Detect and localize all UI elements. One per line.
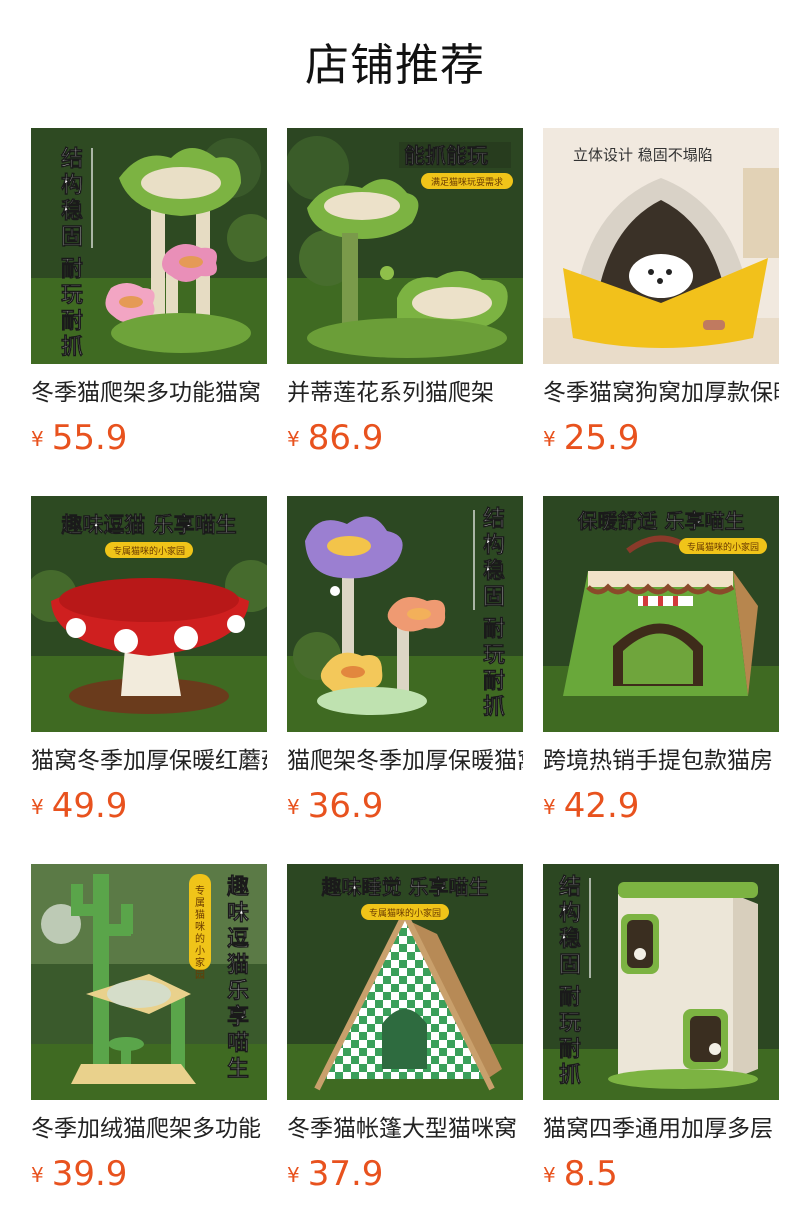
page-title: 店铺推荐 [305, 40, 485, 91]
product-name[interactable]: 冬季猫窝狗窝加厚款保暖 [543, 377, 779, 409]
currency-symbol: ¥ [31, 795, 44, 819]
product-price: ¥55.9 [31, 418, 127, 458]
product-name[interactable]: 并蒂莲花系列猫爬架 [287, 377, 523, 409]
product-price: ¥8.5 [543, 1154, 618, 1194]
currency-symbol: ¥ [31, 427, 44, 451]
product-image[interactable]: 结构稳固耐玩耐抓 [287, 496, 523, 732]
product-name[interactable]: 猫窝四季通用加厚多层 [543, 1113, 779, 1145]
product-card[interactable]: 趣味睡觉 乐享喵生 专属猫咪的小家园 冬季猫帐篷大型猫咪窝 ¥37.9 [287, 864, 523, 1204]
currency-symbol: ¥ [543, 795, 556, 819]
product-price: ¥37.9 [287, 1154, 383, 1194]
product-name[interactable]: 冬季猫帐篷大型猫咪窝 [287, 1113, 523, 1145]
price-amount: 86.9 [307, 418, 384, 458]
product-name[interactable]: 冬季加绒猫爬架多功能 [31, 1113, 267, 1145]
product-name[interactable]: 猫爬架冬季加厚保暖猫窝 [287, 745, 523, 777]
product-card[interactable]: 立体设计 稳固不塌陷 冬季猫窝狗窝加厚款保暖 ¥25.9 [543, 128, 779, 468]
price-amount: 36.9 [307, 786, 384, 826]
price-amount: 42.9 [563, 786, 640, 826]
image-subcaption-text: 专属猫咪的小家园 [369, 907, 441, 919]
currency-symbol: ¥ [287, 1163, 300, 1187]
image-subcaption-text: 专属猫咪的小家园 [687, 541, 759, 553]
product-image[interactable]: 能抓能玩 满足猫咪玩耍需求 [287, 128, 523, 364]
product-name[interactable]: 跨境热销手提包款猫房 [543, 745, 779, 777]
image-caption-text: 趣味逗猫 乐享喵生 [60, 513, 236, 537]
product-image[interactable]: 趣味逗猫 乐享喵生 专属猫咪的小家园 [31, 496, 267, 732]
image-subcaption-text: 专属猫咪的小家园 [113, 545, 185, 557]
product-card[interactable]: 结构稳固耐玩耐抓 猫窝四季通用加厚多层 ¥8.5 [543, 864, 779, 1204]
image-subcaption-text: 满足猫咪玩耍需求 [431, 176, 503, 188]
currency-symbol: ¥ [543, 427, 556, 451]
product-name[interactable]: 冬季猫爬架多功能猫窝 [31, 377, 267, 409]
price-amount: 39.9 [51, 1154, 128, 1194]
product-image[interactable]: 结构稳固耐玩耐抓 [543, 864, 779, 1100]
product-name[interactable]: 猫窝冬季加厚保暖红蘑菇 [31, 745, 267, 777]
product-card[interactable]: 保暖舒适 乐享喵生 专属猫咪的小家园 跨境热销手提包款猫房 ¥42.9 [543, 496, 779, 836]
product-price: ¥36.9 [287, 786, 383, 826]
product-card[interactable]: 能抓能玩 满足猫咪玩耍需求 并蒂莲花系列猫爬架 ¥86.9 [287, 128, 523, 468]
image-subcaption-text: 专属猫咪的小家园 [195, 884, 205, 981]
product-price: ¥39.9 [31, 1154, 127, 1194]
product-image[interactable]: 保暖舒适 乐享喵生 专属猫咪的小家园 [543, 496, 779, 732]
price-amount: 55.9 [51, 418, 128, 458]
price-amount: 37.9 [307, 1154, 384, 1194]
product-image[interactable]: 结构稳固耐玩耐抓 [31, 128, 267, 364]
product-card[interactable]: 结构稳固耐玩耐抓 冬季猫爬架多功能猫窝 ¥55.9 [31, 128, 267, 468]
currency-symbol: ¥ [287, 427, 300, 451]
product-card[interactable]: 趣味逗猫 乐享喵生 专属猫咪的小家园 猫窝冬季加厚保暖红蘑菇 ¥49.9 [31, 496, 267, 836]
product-image[interactable]: 专属猫咪的小家园 趣味逗猫乐享喵生 [31, 864, 267, 1100]
currency-symbol: ¥ [543, 1163, 556, 1187]
product-price: ¥25.9 [543, 418, 639, 458]
product-price: ¥86.9 [287, 418, 383, 458]
product-card[interactable]: 结构稳固耐玩耐抓 猫爬架冬季加厚保暖猫窝 ¥36.9 [287, 496, 523, 836]
currency-symbol: ¥ [31, 1163, 44, 1187]
product-price: ¥42.9 [543, 786, 639, 826]
price-amount: 8.5 [563, 1154, 618, 1194]
price-amount: 49.9 [51, 786, 128, 826]
image-caption-text: 趣味睡觉 乐享喵生 [321, 875, 489, 899]
price-amount: 25.9 [563, 418, 640, 458]
product-card[interactable]: 专属猫咪的小家园 趣味逗猫乐享喵生 冬季加绒猫爬架多功能 ¥39.9 [31, 864, 267, 1204]
product-image[interactable]: 趣味睡觉 乐享喵生 专属猫咪的小家园 [287, 864, 523, 1100]
image-caption-text: 能抓能玩 [404, 144, 488, 168]
image-caption-text: 保暖舒适 乐享喵生 [577, 509, 745, 533]
currency-symbol: ¥ [287, 795, 300, 819]
image-caption-text: 立体设计 稳固不塌陷 [573, 146, 713, 164]
product-price: ¥49.9 [31, 786, 127, 826]
product-image[interactable]: 立体设计 稳固不塌陷 [543, 128, 779, 364]
